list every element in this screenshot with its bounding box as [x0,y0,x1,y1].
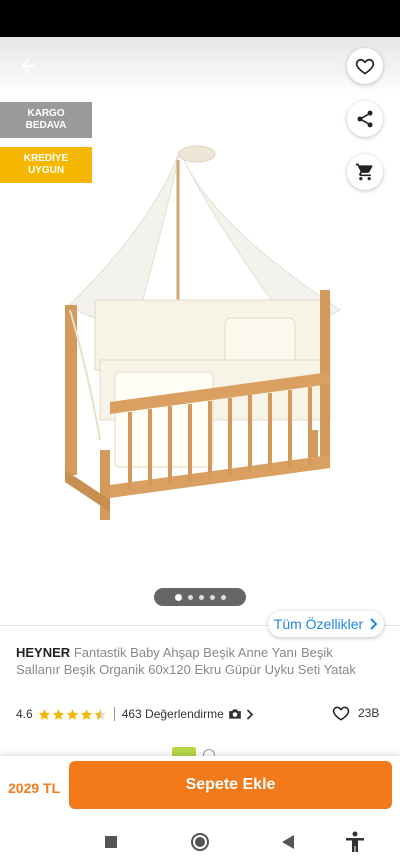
pager-dot[interactable] [174,593,182,601]
recents-button[interactable] [99,830,123,854]
pager-dot[interactable] [198,594,204,600]
pager-dot[interactable] [209,594,215,600]
star-rating [38,708,107,721]
heart-outline-icon [332,706,350,721]
share-button[interactable] [347,101,383,137]
badge-line: KARGO [27,108,65,119]
rating-row: 4.6 463 Değerlendirme [16,705,254,723]
brand-name[interactable]: HEYNER [16,645,70,660]
price: 2029 TL [8,780,61,796]
all-features-label: Tüm Özellikler [273,616,364,632]
accessibility-button[interactable] [343,830,367,854]
review-count: 463 Değerlendirme [121,707,224,721]
header-shade [0,37,400,97]
home-circle-icon [191,833,209,851]
star-half-icon [94,708,106,720]
badge-line: BEDAVA [25,120,67,131]
favorite-count-label: 23B [358,706,380,720]
share-icon [357,110,373,128]
back-nav-button[interactable] [276,830,300,854]
free-shipping-badge: KARGO BEDAVA [0,102,92,138]
favorite-count[interactable]: 23B [332,704,379,722]
chevron-right-icon [370,618,378,630]
favorite-button[interactable] [347,48,383,84]
camera-icon [228,709,241,719]
bottom-action-bar: 2029 TL Sepete Ekle [0,756,400,818]
triangle-back-icon [282,835,294,849]
rating-score: 4.6 [16,707,33,721]
product-title: HEYNER Fantastik Baby Ahşap Beşik Anne Y… [16,644,376,678]
all-features-button[interactable]: Tüm Özellikler [268,611,384,637]
pager-dot[interactable] [187,594,193,600]
separator [113,707,115,721]
star-icon [66,708,78,720]
home-button[interactable] [188,830,212,854]
star-icon [80,708,92,720]
reviews-link[interactable]: 463 Değerlendirme [122,707,254,721]
add-to-cart-button[interactable]: Sepete Ekle [69,761,392,809]
system-nav-bar [0,818,400,866]
product-image[interactable] [40,140,360,540]
accessibility-icon [346,831,364,852]
image-pager[interactable] [154,588,246,606]
status-bar [0,0,400,37]
heart-outline-icon [355,58,375,75]
chevron-right-icon [246,708,254,720]
pager-dot[interactable] [220,594,226,600]
back-button[interactable] [12,52,44,80]
arrow-left-icon [21,59,35,73]
star-icon [38,708,50,720]
star-icon [52,708,64,720]
square-icon [105,836,117,848]
